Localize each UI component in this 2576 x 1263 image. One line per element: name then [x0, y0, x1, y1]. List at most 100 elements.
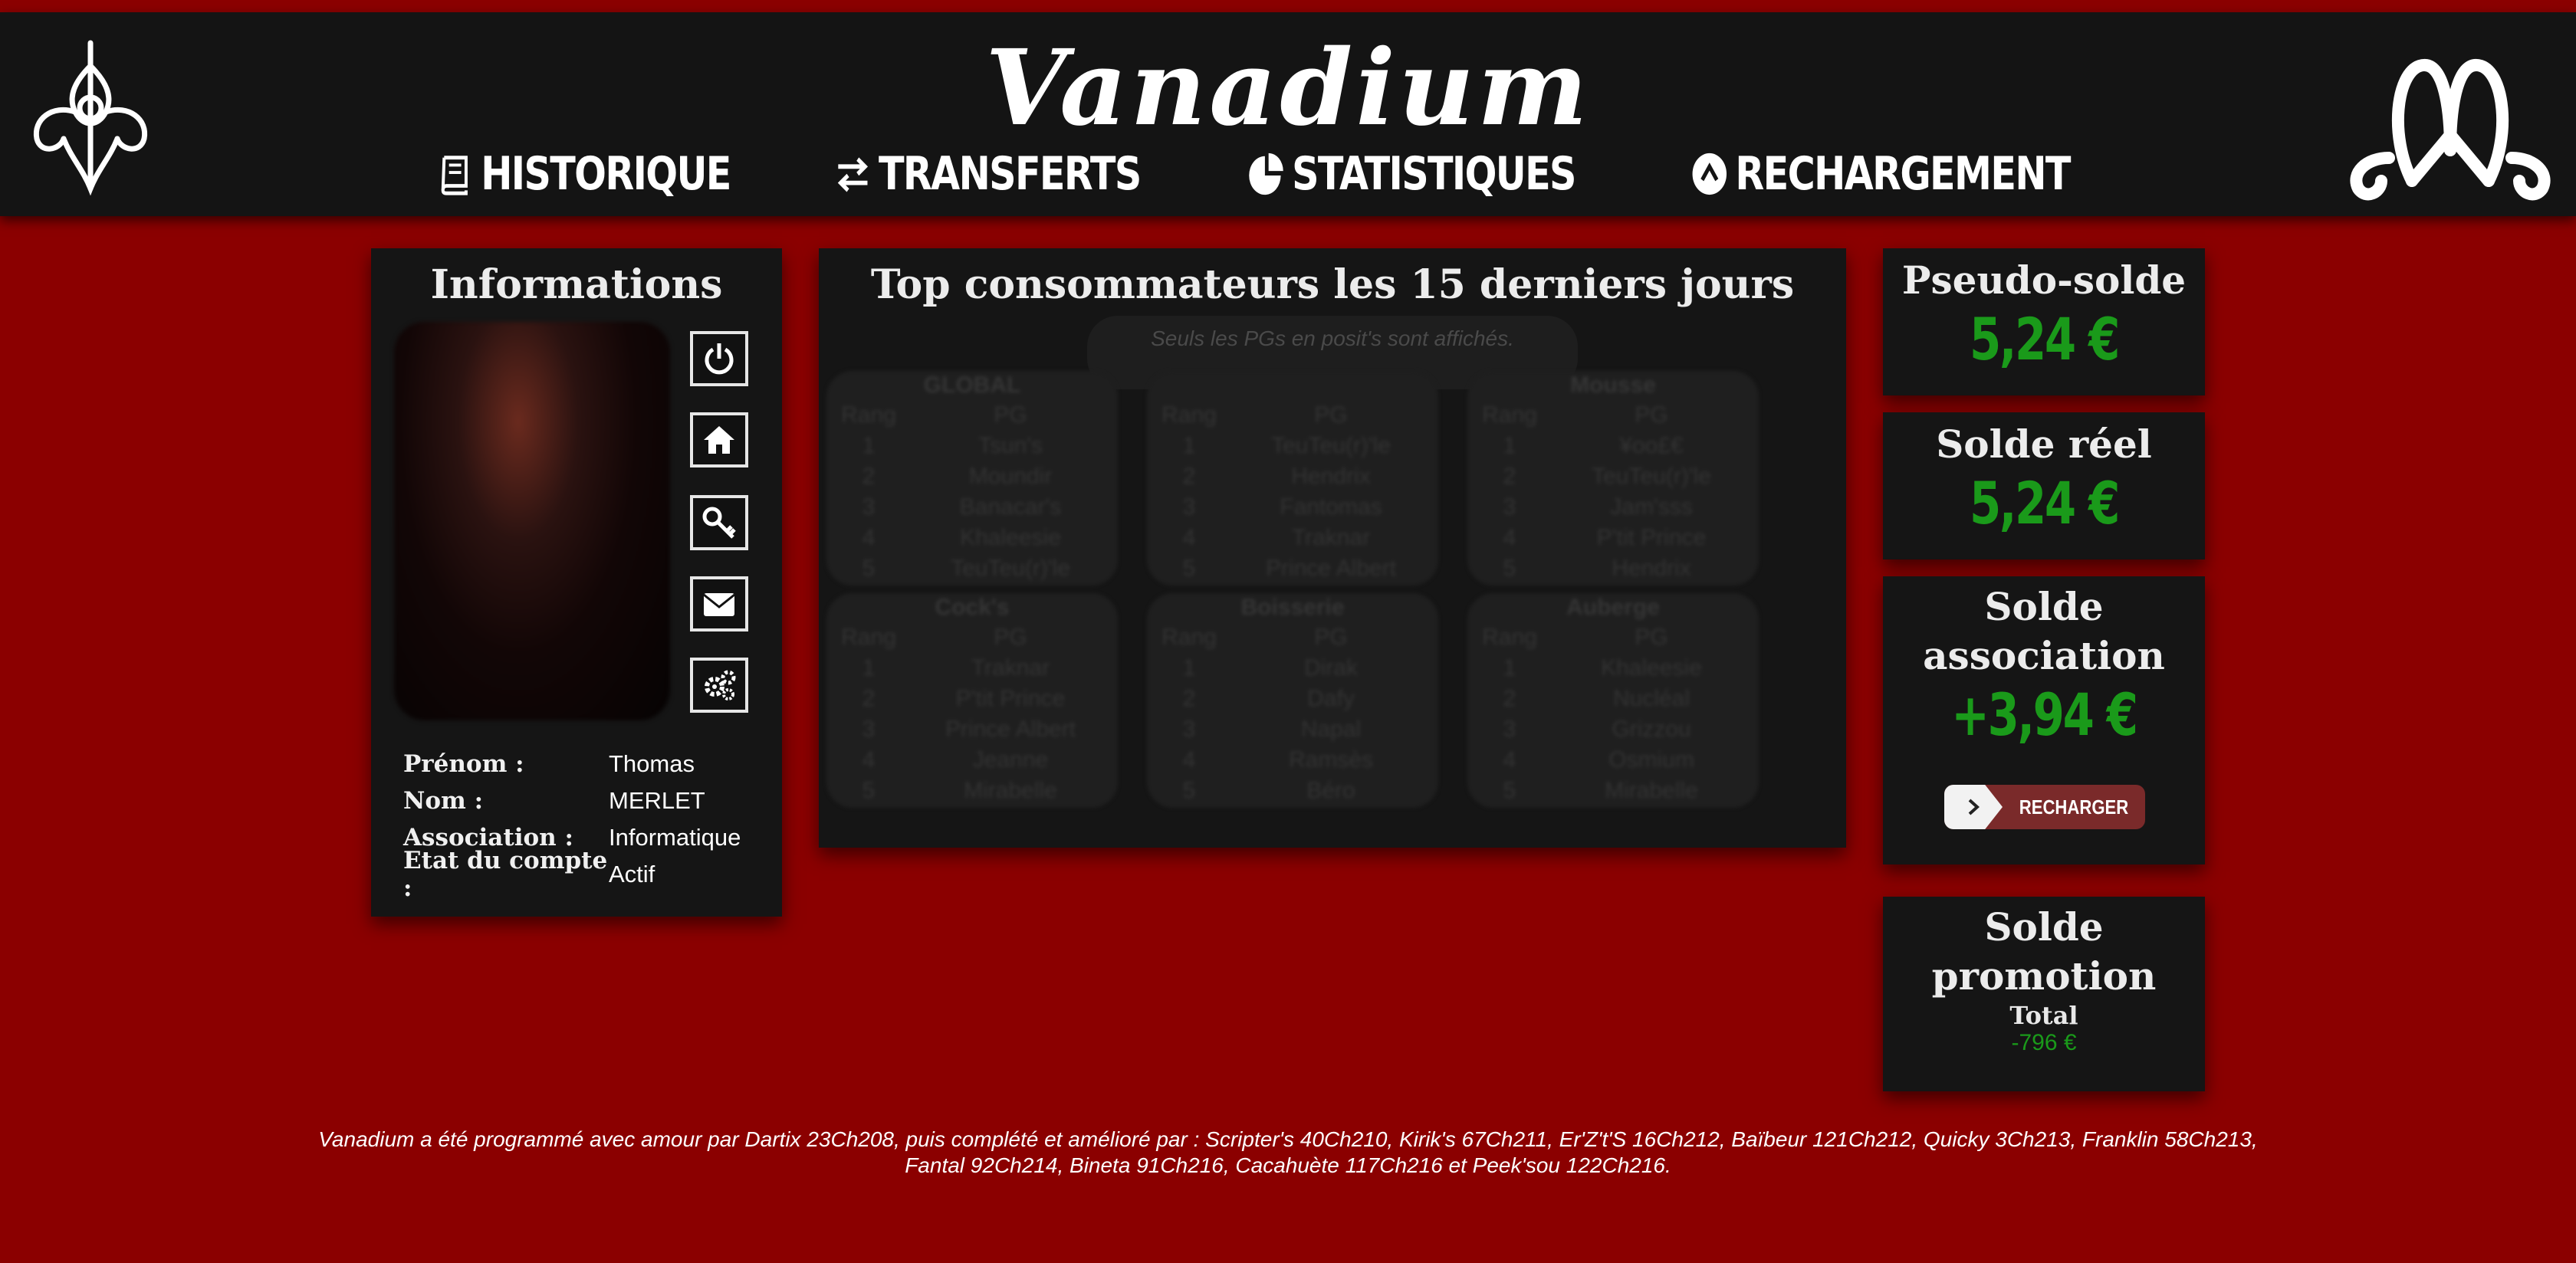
key-icon — [702, 507, 736, 539]
info-label: Etat du compte : — [403, 847, 608, 902]
rank-cell: 5 — [1182, 778, 1196, 803]
rank-cell: 4 — [862, 525, 876, 550]
ranking-row: 4 Khaleesie — [826, 523, 1118, 553]
ranking-block: GLOBAL Rang PG 1 Tsun's 2 Moundir 3 Banacar's 4 Kh… — [826, 371, 1118, 586]
logout-button[interactable] — [690, 331, 748, 386]
pg-cell: Khaleesie — [960, 525, 1061, 550]
pg-cell: Prince Albert — [945, 717, 1076, 742]
rank-col-header: Rang — [841, 625, 896, 650]
ranking-row: 5 Mirabelle — [826, 776, 1118, 806]
pg-cell: Mirabelle — [1605, 778, 1698, 803]
pg-cell: Nucléal — [1612, 686, 1691, 711]
nav-historique[interactable]: HISTORIQUE — [435, 147, 731, 201]
nav-rechargement-label: RECHARGEMENT — [1735, 147, 2072, 201]
ranking-block-title: Auberge — [1566, 595, 1660, 620]
pg-cell: Jam'sss — [1610, 494, 1693, 520]
pg-cell: Fantomas — [1280, 494, 1382, 520]
ranking-row: 1 Traknar — [826, 653, 1118, 684]
pg-cell: Jeanne — [972, 747, 1049, 773]
pie-chart-icon — [1249, 153, 1283, 195]
rank-cell: 2 — [862, 464, 876, 489]
ranking-header-row: Rang PG — [1147, 622, 1438, 653]
info-row-prenom: Prénom : Thomas — [403, 746, 695, 782]
fleur-logo-icon — [33, 40, 148, 196]
informations-title: Informations — [430, 261, 723, 308]
pg-col-header: PG — [1314, 402, 1348, 428]
rank-col-header: Rang — [1162, 402, 1217, 428]
nav-transferts[interactable]: TRANSFERTS — [833, 147, 1142, 201]
ranking-block: Rang PG 1 TeuTeu(r)'le 2 Hendrix 3 Fantomas 4 Tra… — [1147, 371, 1438, 586]
mail-button[interactable] — [690, 576, 748, 632]
ranking-row: 4 Traknar — [1147, 523, 1438, 553]
promotion-total-value: -796 € — [2011, 1030, 2077, 1055]
rank-cell: 3 — [862, 717, 876, 742]
rank-cell: 4 — [1503, 525, 1516, 550]
ranking-row: 3 Fantomas — [1147, 492, 1438, 523]
ranking-row: 5 Béro — [1147, 776, 1438, 806]
home-icon — [704, 426, 734, 454]
pg-cell: TeuTeu(r)'le — [951, 556, 1070, 581]
exchange-icon — [837, 157, 868, 192]
ranking-row: 4 Ramsès — [1147, 745, 1438, 776]
ranking-row: 4 Jeanne — [826, 745, 1118, 776]
pg-cell: Ramsès — [1288, 747, 1374, 773]
rank-cell: 5 — [862, 778, 876, 803]
rank-cell: 1 — [1503, 655, 1516, 681]
association-balance-panel: Solde association +3,94 € RECHARGER — [1883, 576, 2205, 864]
rank-col-header: Rang — [1482, 625, 1537, 650]
pg-cell: Dirak — [1303, 655, 1358, 681]
ranking-row: 1 Dirak — [1147, 653, 1438, 684]
ranking-header-row: Rang PG — [1467, 400, 1759, 431]
envelope-icon — [703, 593, 735, 616]
promotion-balance-panel: Solde promotion Total -796 € — [1883, 897, 2205, 1091]
rank-cell: 4 — [1182, 747, 1196, 773]
rank-cell: 1 — [1182, 655, 1196, 681]
rank-cell: 5 — [862, 556, 876, 581]
ranking-block-title: GLOBAL — [923, 372, 1021, 398]
rank-cell: 3 — [1503, 494, 1516, 520]
promotion-balance-title: Solde promotion — [1883, 903, 2205, 1001]
gears-icon — [705, 670, 736, 700]
pg-cell: Grizzou — [1612, 717, 1691, 742]
ranking-header-row: Rang PG — [826, 400, 1118, 431]
rank-cell: 2 — [1182, 464, 1196, 489]
recharge-button[interactable]: RECHARGER — [1944, 785, 2145, 829]
ranking-row: 5 Hendrix — [1467, 553, 1759, 584]
promotion-title-line2: promotion — [1931, 953, 2157, 999]
pg-cell: Hendrix — [1612, 556, 1691, 581]
password-button[interactable] — [690, 495, 748, 550]
home-button[interactable] — [690, 412, 748, 467]
ranking-row: 4 P'tit Prince — [1467, 523, 1759, 553]
rank-cell: 2 — [1182, 686, 1196, 711]
settings-button[interactable] — [690, 658, 748, 713]
top-header: Vanadium HISTORIQUE TRANSFERTS STATISTIQ… — [0, 12, 2576, 216]
nav-rechargement[interactable]: RECHARGEMENT — [1691, 147, 2072, 201]
rank-cell: 1 — [1503, 433, 1516, 458]
nav-statistiques-label: STATISTIQUES — [1292, 147, 1576, 201]
promotion-title-line1: Solde — [1984, 904, 2104, 950]
rank-cell: 5 — [1182, 556, 1196, 581]
ranking-row: 3 Prince Albert — [826, 714, 1118, 745]
pg-cell: TeuTeu(r)'le — [1271, 433, 1391, 458]
ranking-row: 1 Tsun's — [826, 431, 1118, 461]
arrow-up-circle-icon — [1692, 153, 1727, 195]
info-value: Actif — [609, 861, 656, 887]
rank-cell: 1 — [862, 655, 876, 681]
ranking-block-title: Mousse — [1570, 372, 1656, 398]
pseudo-balance-panel: Pseudo-solde 5,24 € — [1883, 248, 2205, 395]
pg-cell: P'tit Prince — [1596, 525, 1707, 550]
rank-cell: 1 — [1182, 433, 1196, 458]
info-label: Prénom : — [403, 750, 524, 778]
nav-statistiques[interactable]: STATISTIQUES — [1247, 147, 1577, 201]
ranking-header-row: Rang PG — [826, 622, 1118, 653]
rank-cell: 3 — [862, 494, 876, 520]
pg-cell: Prince Albert — [1265, 556, 1397, 581]
pg-col-header: PG — [1314, 625, 1348, 650]
rank-col-header: Rang — [841, 402, 896, 428]
rank-cell: 4 — [1182, 525, 1196, 550]
ranking-block: Mousse Rang PG 1 ¥oo£€ 2 TeuTeu(r)'le 3 Jam'sss 4… — [1467, 371, 1759, 586]
monogram-logo-icon — [2350, 59, 2551, 201]
real-balance-title: Solde réel — [1936, 422, 2152, 467]
top-consumers-panel: Top consommateurs les 15 derniers jours … — [819, 248, 1846, 848]
ranking-tables: GLOBAL Rang PG 1 Tsun's 2 Moundir 3 Banacar's 4 Kh… — [826, 371, 1838, 831]
